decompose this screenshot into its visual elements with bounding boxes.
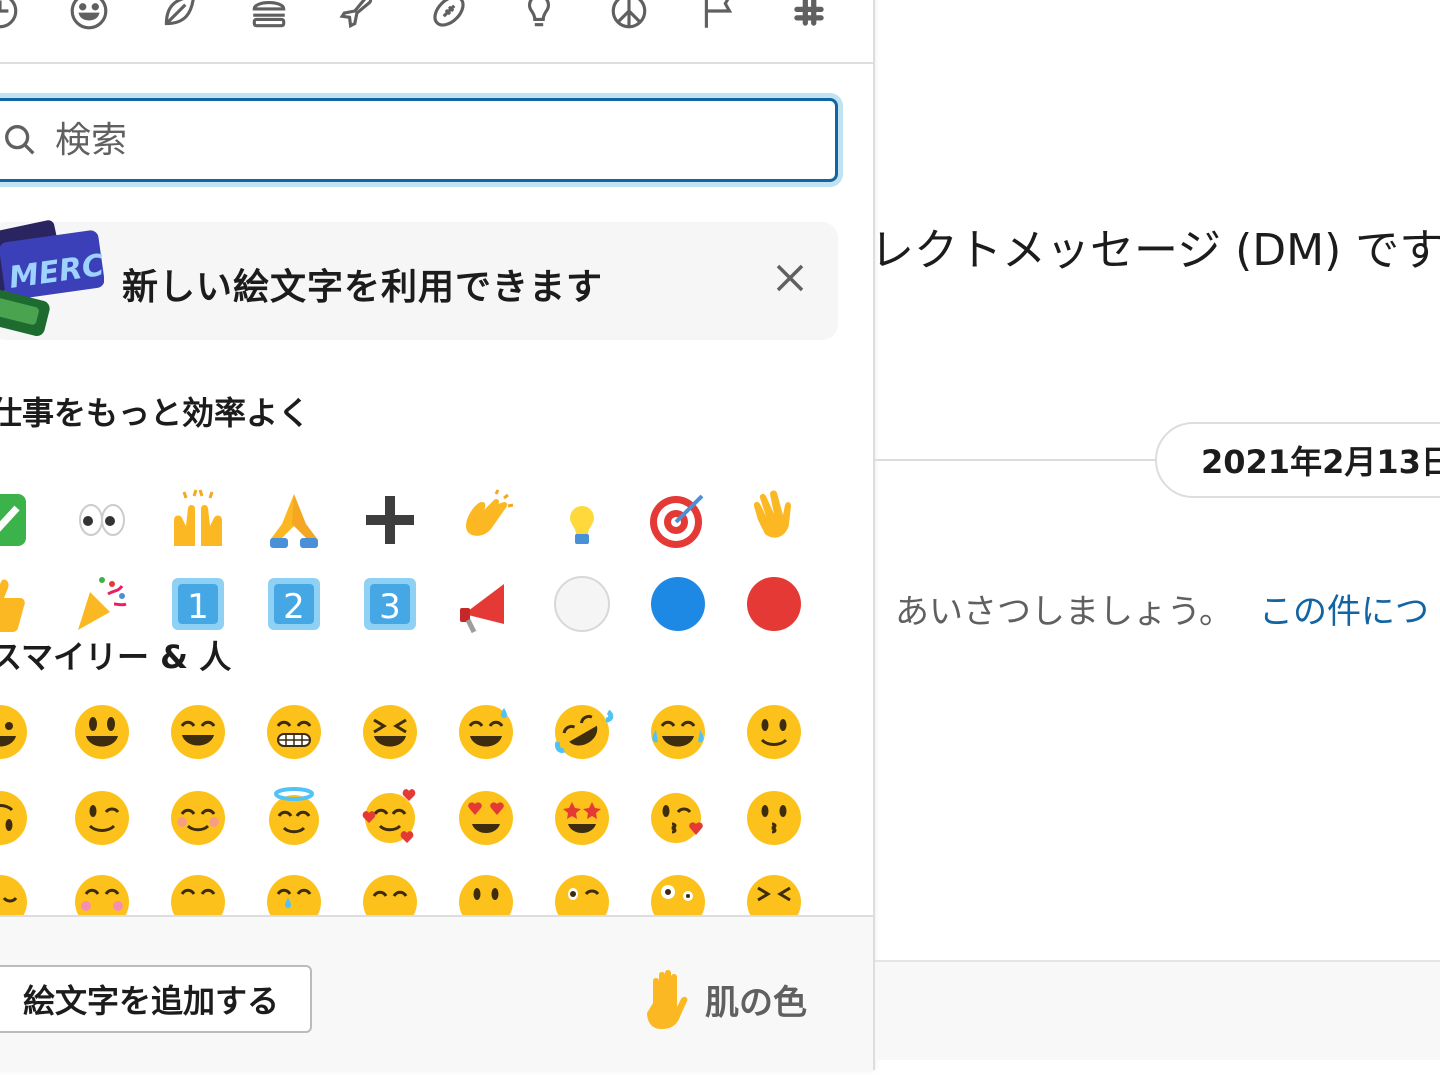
direct-hit-emoji[interactable] <box>646 488 710 552</box>
emoji-search-input[interactable] <box>53 118 757 162</box>
keycap-2-emoji[interactable]: 2 <box>262 572 326 636</box>
flags-flag-icon[interactable] <box>696 0 742 34</box>
upside-down-emoji[interactable] <box>0 786 32 850</box>
halo-face-emoji[interactable] <box>262 786 326 850</box>
svg-text:1: 1 <box>187 587 209 627</box>
rolling-laughing-emoji[interactable] <box>550 700 614 764</box>
svg-text:3: 3 <box>379 587 401 627</box>
svg-text:2: 2 <box>283 587 305 627</box>
red-circle-emoji[interactable] <box>742 572 806 636</box>
new-emoji-banner: MERCI 新しい絵文字を利用できます <box>0 220 838 340</box>
clapping-hands-emoji[interactable] <box>454 488 518 552</box>
emoji-grid-smileys-2 <box>0 786 873 845</box>
keycap-1-emoji[interactable]: 1 <box>166 572 230 636</box>
recent-icon[interactable] <box>0 0 23 34</box>
thumbs-up-emoji[interactable] <box>0 572 32 636</box>
party-popper-emoji[interactable] <box>70 572 134 636</box>
waving-hand-emoji[interactable] <box>742 488 806 552</box>
grinning-face-emoji[interactable] <box>0 700 32 764</box>
slightly-smiling-emoji[interactable] <box>742 700 806 764</box>
emoji-grid-productivity <box>0 488 873 548</box>
lightbulb-emoji[interactable] <box>550 488 614 552</box>
search-icon <box>5 125 35 155</box>
relaxed-face-emoji[interactable] <box>0 870 32 915</box>
grinning-sweat-emoji[interactable] <box>454 700 518 764</box>
keycap-3-emoji[interactable]: 3 <box>358 572 422 636</box>
smileys-icon[interactable] <box>66 0 112 34</box>
merci-sticker-image: MERCI <box>0 216 117 340</box>
nature-leaf-icon[interactable] <box>156 0 202 34</box>
add-emoji-button[interactable]: 絵文字を追加する <box>0 965 312 1033</box>
raised-hand-icon <box>647 970 688 1029</box>
kissing-heart-emoji[interactable] <box>646 786 710 850</box>
emoji-search-box[interactable] <box>0 98 838 182</box>
food-burger-icon[interactable] <box>246 0 292 34</box>
smiling-eyes-emoji[interactable] <box>166 786 230 850</box>
greeting-text: あいさつしましょう。 この件につ <box>895 584 1429 633</box>
grinning-big-eyes-emoji[interactable] <box>70 700 134 764</box>
kissing-closed-eyes-emoji[interactable] <box>70 870 134 915</box>
yum-face-emoji[interactable] <box>358 870 422 915</box>
white-circle-emoji[interactable] <box>550 572 614 636</box>
emoji-category-bar <box>0 0 873 64</box>
travel-airplane-icon[interactable] <box>336 0 382 34</box>
greeting-link[interactable]: この件につ <box>1259 592 1429 632</box>
star-struck-emoji[interactable] <box>550 786 614 850</box>
winking-face-emoji[interactable] <box>70 786 134 850</box>
winking-tongue-emoji[interactable] <box>550 870 614 915</box>
megaphone-emoji[interactable] <box>454 572 518 636</box>
new-emoji-banner-text: 新しい絵文字を利用できます <box>122 267 604 308</box>
emoji-grid-smileys-1 <box>0 700 873 759</box>
symbols-peace-icon[interactable] <box>606 0 652 34</box>
folded-hands-emoji[interactable] <box>262 488 326 552</box>
blue-circle-emoji[interactable] <box>646 572 710 636</box>
tongue-face-emoji[interactable] <box>454 870 518 915</box>
date-divider-pill[interactable]: 2021年2月13日 <box>1155 422 1440 498</box>
check-mark-emoji[interactable] <box>0 488 32 552</box>
zany-face-emoji[interactable] <box>646 870 710 915</box>
message-composer[interactable] <box>875 962 1440 1060</box>
emoji-picker: MERCI 新しい絵文字を利用できます 仕事をもっと効率よく <box>0 0 875 1072</box>
objects-lightbulb-icon[interactable] <box>516 0 562 34</box>
squinting-tongue-emoji[interactable] <box>742 870 806 915</box>
heart-eyes-emoji[interactable] <box>454 786 518 850</box>
emoji-grid-productivity-2: 1 2 3 <box>0 572 873 634</box>
smiling-hearts-emoji[interactable] <box>358 786 422 850</box>
tears-of-joy-emoji[interactable] <box>646 700 710 764</box>
emoji-picker-footer: 絵文字を追加する 肌の色 <box>0 915 873 1072</box>
kissing-face-emoji[interactable] <box>742 786 806 850</box>
slack-icon[interactable] <box>786 0 832 34</box>
heavy-plus-emoji[interactable] <box>358 488 422 552</box>
smileys-scroll-area[interactable] <box>0 670 873 915</box>
raising-hands-emoji[interactable] <box>166 488 230 552</box>
eyes-emoji[interactable] <box>70 488 134 552</box>
greeting-message: あいさつしましょう。 <box>895 592 1233 632</box>
squinting-face-emoji[interactable] <box>358 700 422 764</box>
grinning-smiling-eyes-emoji[interactable] <box>166 700 230 764</box>
beaming-face-emoji[interactable] <box>262 700 326 764</box>
skin-tone-label: 肌の色 <box>705 982 807 1023</box>
activity-football-icon[interactable] <box>426 0 472 34</box>
section-title-productivity: 仕事をもっと効率よく <box>0 394 311 432</box>
kissing-smiling-eyes-emoji[interactable] <box>166 870 230 915</box>
skin-tone-button[interactable]: 肌の色 <box>641 969 807 1029</box>
emoji-grid-smileys-3 <box>0 870 873 915</box>
close-icon[interactable] <box>772 260 808 296</box>
dm-intro-title: レクトメッセージ (DM) です <box>870 225 1440 276</box>
smiling-tear-emoji[interactable] <box>262 870 326 915</box>
